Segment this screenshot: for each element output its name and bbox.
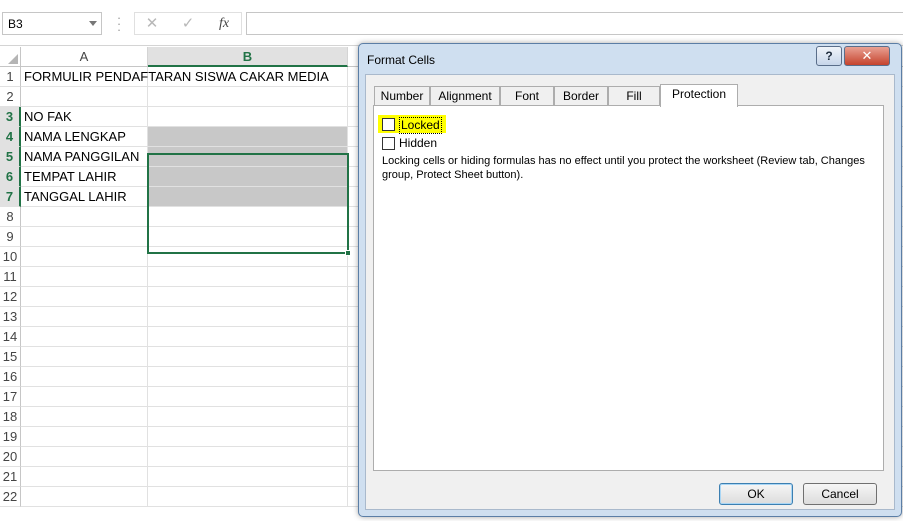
cell-a[interactable]: [21, 447, 148, 467]
cell-b[interactable]: [148, 127, 348, 147]
cell-a[interactable]: [21, 307, 148, 327]
hidden-checkbox[interactable]: [382, 137, 395, 150]
cell-a[interactable]: NAMA LENGKAP: [21, 127, 148, 147]
chevron-down-icon[interactable]: [89, 21, 97, 26]
cancel-button[interactable]: Cancel: [803, 483, 877, 505]
cell-a[interactable]: [21, 267, 148, 287]
cell-a[interactable]: FORMULIR PENDAFTARAN SISWA CAKAR MEDIA: [21, 67, 329, 87]
cell-b[interactable]: [148, 447, 348, 467]
cell-b[interactable]: [148, 107, 348, 127]
cell-b[interactable]: [148, 427, 348, 447]
row-header[interactable]: 18: [0, 407, 21, 427]
enter-check-icon[interactable]: ✓: [173, 12, 203, 35]
dialog-title: Format Cells: [367, 53, 436, 67]
cell-b[interactable]: [148, 87, 348, 107]
cell-b[interactable]: [148, 287, 348, 307]
row-header[interactable]: 1: [0, 67, 21, 87]
select-all-triangle-icon: [8, 54, 18, 64]
hidden-label[interactable]: Hidden: [399, 136, 437, 151]
select-all-corner[interactable]: [0, 47, 21, 67]
cell-b[interactable]: [148, 67, 348, 87]
cell-a[interactable]: [21, 407, 148, 427]
cell-b[interactable]: [148, 167, 348, 187]
tab-alignment[interactable]: Alignment: [430, 86, 500, 106]
cell-a[interactable]: [21, 227, 148, 247]
cell-a[interactable]: [21, 207, 148, 227]
row-header[interactable]: 6: [0, 167, 21, 187]
row-header[interactable]: 7: [0, 187, 21, 207]
format-cells-dialog: Format Cells ? ✕ Number Alignment Font B…: [358, 43, 902, 517]
tab-protection[interactable]: Protection: [660, 84, 738, 107]
row-header[interactable]: 12: [0, 287, 21, 307]
cell-b[interactable]: [148, 327, 348, 347]
cell-a[interactable]: [21, 467, 148, 487]
protection-note: Locking cells or hiding formulas has no …: [382, 155, 865, 181]
insert-function-icon[interactable]: fx: [209, 12, 239, 35]
cell-a[interactable]: [21, 427, 148, 447]
name-box-value: B3: [8, 17, 23, 31]
cell-a[interactable]: [21, 87, 148, 107]
row-header[interactable]: 10: [0, 247, 21, 267]
row-header[interactable]: 13: [0, 307, 21, 327]
cell-a[interactable]: [21, 287, 148, 307]
row-header[interactable]: 8: [0, 207, 21, 227]
help-button[interactable]: ?: [816, 46, 842, 66]
cell-a[interactable]: NAMA PANGGILAN: [21, 147, 148, 167]
cell-a[interactable]: [21, 247, 148, 267]
cancel-entry-icon[interactable]: ✕: [137, 12, 167, 35]
row-header[interactable]: 11: [0, 267, 21, 287]
dialog-body: Number Alignment Font Border Fill Protec…: [365, 74, 895, 510]
grip-dots-icon: · · ·: [116, 10, 122, 37]
tab-number[interactable]: Number: [374, 86, 430, 106]
cell-b[interactable]: [148, 387, 348, 407]
formula-input[interactable]: [246, 12, 903, 35]
cell-b[interactable]: [148, 247, 348, 267]
cell-a[interactable]: NO FAK: [21, 107, 148, 127]
row-header[interactable]: 21: [0, 467, 21, 487]
cell-b[interactable]: [148, 307, 348, 327]
cell-b[interactable]: [148, 487, 348, 507]
cell-b[interactable]: [148, 227, 348, 247]
cell-b[interactable]: [148, 187, 348, 207]
cell-b[interactable]: [148, 147, 348, 167]
cell-b[interactable]: [148, 407, 348, 427]
cell-a[interactable]: [21, 387, 148, 407]
protection-panel: Locked Hidden Locking cells or hiding fo…: [373, 105, 884, 471]
cell-a[interactable]: [21, 327, 148, 347]
ok-button[interactable]: OK: [719, 483, 793, 505]
row-header[interactable]: 5: [0, 147, 21, 167]
row-header[interactable]: 4: [0, 127, 21, 147]
formula-bar: B3 · · · ✕ ✓ fx: [0, 0, 903, 46]
name-box[interactable]: B3: [2, 12, 102, 35]
column-header-a[interactable]: A: [21, 47, 148, 67]
row-header[interactable]: 19: [0, 427, 21, 447]
cell-b[interactable]: [148, 367, 348, 387]
cell-b[interactable]: [148, 207, 348, 227]
row-header[interactable]: 22: [0, 487, 21, 507]
row-header[interactable]: 15: [0, 347, 21, 367]
row-header[interactable]: 9: [0, 227, 21, 247]
cell-a[interactable]: [21, 347, 148, 367]
tab-border[interactable]: Border: [554, 86, 608, 106]
locked-label[interactable]: Locked: [399, 117, 442, 134]
cell-b[interactable]: [148, 347, 348, 367]
row-header[interactable]: 20: [0, 447, 21, 467]
cell-b[interactable]: [148, 267, 348, 287]
cell-a[interactable]: TEMPAT LAHIR: [21, 167, 148, 187]
tab-font[interactable]: Font: [500, 86, 554, 106]
cell-a[interactable]: [21, 367, 148, 387]
row-header[interactable]: 16: [0, 367, 21, 387]
cell-a[interactable]: TANGGAL LAHIR: [21, 187, 148, 207]
row-header[interactable]: 2: [0, 87, 21, 107]
row-header[interactable]: 3: [0, 107, 21, 127]
row-header[interactable]: 17: [0, 387, 21, 407]
locked-checkbox[interactable]: [382, 118, 395, 131]
column-header-b[interactable]: B: [148, 47, 348, 67]
tab-fill[interactable]: Fill: [608, 86, 660, 106]
cell-a[interactable]: [21, 487, 148, 507]
cell-b[interactable]: [148, 467, 348, 487]
close-button[interactable]: ✕: [844, 46, 890, 66]
row-header[interactable]: 14: [0, 327, 21, 347]
